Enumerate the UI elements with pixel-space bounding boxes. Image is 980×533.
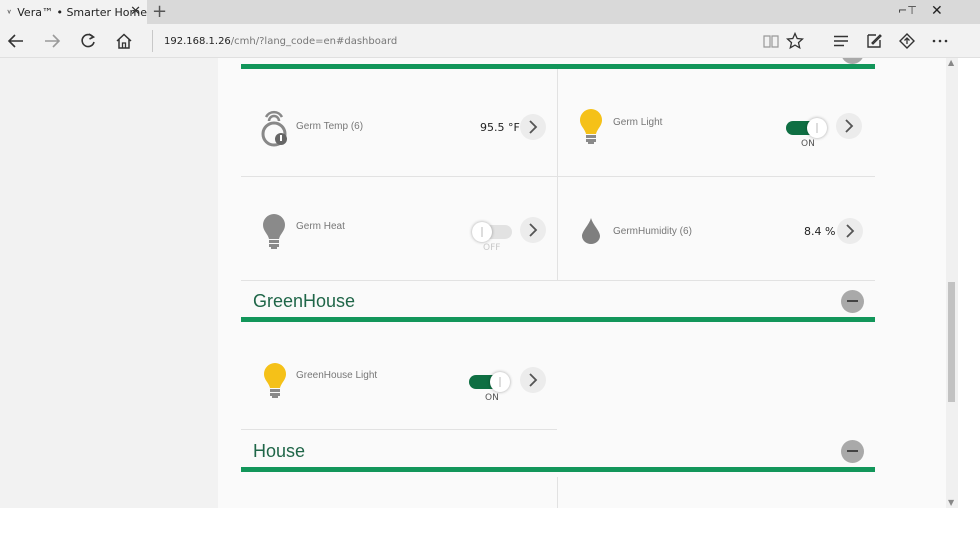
lightbulb-on-icon bbox=[264, 363, 286, 398]
favorite-star-icon[interactable] bbox=[784, 30, 806, 52]
back-icon[interactable] bbox=[5, 30, 27, 52]
toggle-state-label: ON bbox=[485, 393, 499, 403]
url-host: 192.168.1.26 bbox=[164, 35, 231, 47]
device-name: Germ Temp (6) bbox=[296, 121, 364, 132]
reading-view-icon[interactable] bbox=[760, 30, 782, 52]
power-toggle[interactable] bbox=[469, 372, 510, 392]
device-value: 8.4 % bbox=[804, 225, 836, 238]
window-bottom-edge bbox=[0, 508, 980, 533]
power-toggle[interactable] bbox=[472, 222, 512, 242]
grid-divider bbox=[241, 176, 875, 177]
home-icon[interactable] bbox=[113, 30, 135, 52]
hub-menu-icon[interactable] bbox=[830, 30, 852, 52]
chevron-right-icon[interactable] bbox=[520, 114, 546, 140]
device-name: GreenHouse Light bbox=[296, 370, 378, 381]
section-divider bbox=[241, 317, 875, 322]
refresh-icon[interactable] bbox=[77, 30, 99, 52]
device-name: Germ Light bbox=[613, 117, 663, 128]
vera-logo-icon bbox=[7, 9, 11, 15]
url-path: /cmh/?lang_code=en#dashboard bbox=[230, 35, 398, 47]
left-sidebar bbox=[0, 58, 218, 508]
tab-title: Vera™ • Smarter Home bbox=[17, 5, 147, 19]
address-bar[interactable]: 192.168.1.26/cmh/?lang_code=en#dashboard bbox=[152, 30, 748, 52]
temperature-sensor-icon bbox=[261, 110, 287, 147]
vertical-scrollbar[interactable]: ▲ ▼ bbox=[946, 58, 958, 508]
chevron-right-icon[interactable] bbox=[837, 218, 863, 244]
device-name: Germ Heat bbox=[296, 221, 345, 232]
scrollbar-thumb[interactable] bbox=[948, 282, 955, 402]
window-close-icon[interactable]: ✕ bbox=[931, 3, 943, 19]
tab-close-icon[interactable]: ✕ bbox=[130, 4, 141, 20]
new-tab-icon[interactable]: + bbox=[152, 2, 167, 22]
scroll-down-icon[interactable]: ▼ bbox=[948, 498, 954, 507]
forward-icon[interactable] bbox=[41, 30, 63, 52]
device-value: 95.5 °F bbox=[480, 121, 520, 134]
humidity-drop-icon bbox=[582, 218, 600, 244]
grid-divider bbox=[557, 69, 558, 280]
lightbulb-off-icon bbox=[263, 214, 285, 249]
power-toggle[interactable] bbox=[786, 118, 827, 138]
title-bar: Vera™ • Smarter Home ✕ + ⌐⊤ ✕ bbox=[0, 0, 980, 24]
grid-divider bbox=[241, 429, 557, 430]
device-name: GermHumidity (6) bbox=[613, 226, 692, 237]
browser-tab[interactable]: Vera™ • Smarter Home ✕ bbox=[0, 0, 147, 24]
section-divider bbox=[241, 64, 875, 69]
share-icon[interactable] bbox=[896, 30, 918, 52]
chevron-right-icon[interactable] bbox=[520, 367, 546, 393]
section-title: House bbox=[253, 441, 306, 461]
navigation-bar: 192.168.1.26/cmh/?lang_code=en#dashboard bbox=[0, 24, 980, 58]
web-page: Germ Temp (6) 95.5 °F Germ Light ON Germ… bbox=[0, 58, 958, 508]
collapse-section-button[interactable] bbox=[841, 440, 864, 463]
chevron-right-icon[interactable] bbox=[520, 217, 546, 243]
toggle-state-label: ON bbox=[801, 139, 815, 149]
grid-divider bbox=[241, 280, 875, 281]
scroll-up-icon[interactable]: ▲ bbox=[948, 58, 954, 67]
more-options-icon[interactable] bbox=[929, 30, 951, 52]
toggle-state-label: OFF bbox=[483, 243, 501, 253]
section-title: GreenHouse bbox=[253, 291, 356, 311]
grid-divider bbox=[557, 477, 558, 508]
chevron-right-icon[interactable] bbox=[836, 113, 862, 139]
tab-menu-icon[interactable]: ⌐⊤ bbox=[898, 4, 917, 17]
section-divider bbox=[241, 467, 875, 472]
lightbulb-on-icon bbox=[580, 109, 602, 144]
web-note-icon[interactable] bbox=[863, 30, 885, 52]
collapse-section-button[interactable] bbox=[841, 290, 864, 313]
